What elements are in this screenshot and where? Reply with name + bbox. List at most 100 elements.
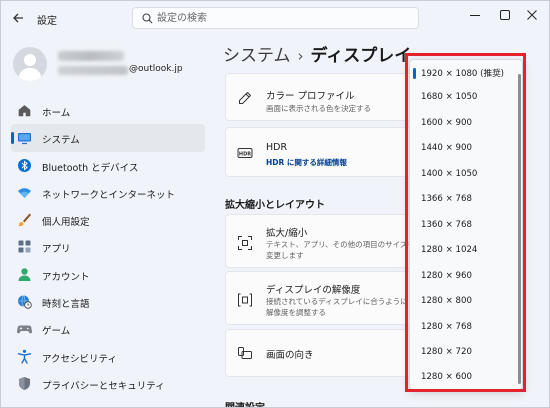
sidebar-item-label: ネットワークとインターネット bbox=[42, 189, 176, 201]
sidebar-item-label: 個人用設定 bbox=[42, 217, 90, 229]
resolution-option-label: 1280 × 768 bbox=[421, 321, 472, 332]
paintbrush-icon bbox=[18, 213, 31, 227]
avatar-head-shape bbox=[24, 54, 36, 66]
sidebar-item-label: アクセシビリティ bbox=[42, 353, 117, 365]
card-title: HDR bbox=[266, 142, 288, 153]
scale-card[interactable]: 拡大/縮小 テキスト、アプリ、その他の項目のサイズを 変更します bbox=[225, 214, 415, 268]
close-button[interactable] bbox=[517, 5, 547, 25]
hdr-card[interactable]: HDR HDR HDR に関する詳細情報 bbox=[225, 127, 415, 177]
display-resolution-card[interactable]: ディスプレイの解像度 接続されているディスプレイに合うように 解像度を調整する bbox=[225, 271, 415, 325]
app-title: 設定 bbox=[37, 16, 57, 27]
sidebar-item-accounts[interactable]: アカウント bbox=[11, 261, 205, 288]
minimize-icon bbox=[470, 15, 480, 16]
maximize-icon bbox=[500, 10, 510, 20]
gamepad-icon bbox=[17, 325, 32, 334]
sidebar-item-privacy-security[interactable]: プライバシーとセキュリティ bbox=[11, 370, 205, 397]
apps-icon bbox=[18, 240, 31, 253]
resolution-option[interactable]: 1280 × 600 bbox=[410, 368, 514, 388]
color-profile-card[interactable]: カラー プロファイル 画面に表示される色を決定する bbox=[225, 73, 415, 121]
sidebar-item-time-language[interactable]: 時刻と言語 bbox=[11, 288, 205, 315]
sidebar-item-apps[interactable]: アプリ bbox=[11, 233, 205, 260]
resolution-option-label: 1280 × 800 bbox=[421, 296, 472, 307]
profile-name-redacted bbox=[58, 51, 124, 61]
dropdown-scrollbar[interactable] bbox=[518, 74, 521, 384]
shield-icon bbox=[19, 376, 30, 390]
resolution-option[interactable]: 1360 × 768 bbox=[410, 216, 514, 236]
resolution-option[interactable]: 1280 × 800 bbox=[410, 292, 514, 312]
home-icon bbox=[18, 105, 31, 117]
search-box[interactable] bbox=[132, 7, 419, 29]
card-title: 拡大/縮小 bbox=[266, 228, 308, 239]
resolution-option-label: 1366 × 768 bbox=[421, 194, 472, 205]
hdr-learn-more-link[interactable]: HDR に関する詳細情報 bbox=[266, 157, 347, 168]
rotate-screen-icon bbox=[238, 347, 252, 359]
sidebar-item-label: 時刻と言語 bbox=[42, 299, 90, 311]
resolution-option-label: 1280 × 720 bbox=[421, 346, 472, 357]
orientation-card[interactable]: 画面の向き bbox=[225, 329, 415, 377]
section-scale-layout: 拡大縮小とレイアウト bbox=[225, 200, 325, 211]
card-title: カラー プロファイル bbox=[266, 91, 355, 102]
sidebar-item-home[interactable]: ホーム bbox=[11, 97, 205, 124]
sidebar-item-label: システム bbox=[42, 135, 80, 147]
resolution-option-label: 1280 × 600 bbox=[421, 372, 472, 383]
avatar[interactable] bbox=[13, 47, 47, 81]
globe-clock-icon bbox=[18, 295, 32, 309]
sidebar-item-network[interactable]: ネットワークとインターネット bbox=[11, 179, 205, 206]
svg-text:HDR: HDR bbox=[239, 151, 251, 157]
resolution-option[interactable]: 1440 × 900 bbox=[410, 139, 514, 159]
wifi-icon bbox=[18, 188, 31, 198]
search-input[interactable] bbox=[157, 9, 412, 27]
bluetooth-icon bbox=[18, 158, 31, 172]
resolution-option[interactable]: 1280 × 960 bbox=[410, 267, 514, 287]
resolution-option[interactable]: 1366 × 768 bbox=[410, 190, 514, 210]
sidebar-item-label: ゲーム bbox=[42, 326, 71, 338]
back-arrow-icon bbox=[13, 13, 23, 23]
resolution-option[interactable]: 1280 × 720 bbox=[410, 343, 514, 363]
minimize-button[interactable] bbox=[460, 5, 490, 25]
resolution-option-label: 1600 × 900 bbox=[421, 117, 472, 128]
card-subtitle: テキスト、アプリ、その他の項目のサイズを bbox=[266, 240, 415, 249]
eyedropper-icon bbox=[239, 92, 251, 104]
profile-email: @outlook.jp bbox=[129, 64, 183, 74]
monitor-icon bbox=[18, 133, 31, 145]
card-subtitle: 解像度を調整する bbox=[266, 308, 326, 317]
resolution-option-label: 1400 × 1050 bbox=[421, 168, 478, 179]
resolution-option[interactable]: 1280 × 1024 bbox=[410, 241, 514, 261]
resolution-option[interactable]: 1400 × 1050 bbox=[410, 165, 514, 185]
resolution-option[interactable]: 1680 × 1050 bbox=[410, 88, 514, 108]
sidebar-item-accessibility[interactable]: アクセシビリティ bbox=[11, 343, 205, 370]
resolution-option-label: 1280 × 1024 bbox=[421, 245, 478, 256]
breadcrumb-system[interactable]: システム bbox=[223, 46, 291, 66]
profile-email-redacted bbox=[58, 66, 128, 75]
card-title: ディスプレイの解像度 bbox=[266, 285, 361, 296]
sidebar-item-personalization[interactable]: 個人用設定 bbox=[11, 206, 205, 233]
sidebar-item-label: アプリ bbox=[42, 244, 71, 256]
card-title: 画面の向き bbox=[266, 350, 314, 361]
sidebar-item-system[interactable]: システム bbox=[11, 124, 205, 152]
resize-icon bbox=[238, 236, 252, 250]
breadcrumb-separator: › bbox=[297, 47, 304, 65]
sidebar-nav: ホーム システム Bluetooth とデバイス ネットワークとインターネット bbox=[11, 97, 205, 397]
sidebar-item-label: ホーム bbox=[42, 108, 71, 119]
card-subtitle: 接続されているディスプレイに合うように bbox=[266, 297, 408, 306]
resolution-option-label: 1680 × 1050 bbox=[421, 92, 478, 103]
search-icon bbox=[142, 13, 153, 24]
card-subtitle: 画面に表示される色を決定する bbox=[266, 104, 371, 113]
resolution-option-label: 1360 × 768 bbox=[421, 219, 472, 230]
resolution-option-label: 1920 × 1080 (推奨) bbox=[421, 69, 505, 79]
active-indicator bbox=[11, 132, 14, 145]
resolution-dropdown-list[interactable]: 1920 × 1080 (推奨) 1680 × 1050 1600 × 900 144… bbox=[409, 59, 523, 390]
sidebar-item-label: プライバシーとセキュリティ bbox=[42, 380, 165, 392]
resolution-option-label: 1280 × 960 bbox=[421, 270, 472, 281]
resolution-option[interactable]: 1600 × 900 bbox=[410, 114, 514, 134]
sidebar-item-label: アカウント bbox=[42, 271, 90, 283]
sidebar-item-gaming[interactable]: ゲーム bbox=[11, 315, 205, 342]
selected-indicator bbox=[413, 68, 416, 79]
maximize-button[interactable] bbox=[490, 5, 520, 25]
resolution-option[interactable]: 1920 × 1080 (推奨) bbox=[410, 63, 514, 83]
sidebar-item-bluetooth[interactable]: Bluetooth とデバイス bbox=[11, 152, 205, 179]
back-button[interactable] bbox=[10, 10, 26, 26]
resolution-option[interactable]: 1280 × 768 bbox=[410, 318, 514, 338]
accessibility-icon bbox=[17, 349, 32, 364]
account-icon bbox=[18, 268, 31, 281]
